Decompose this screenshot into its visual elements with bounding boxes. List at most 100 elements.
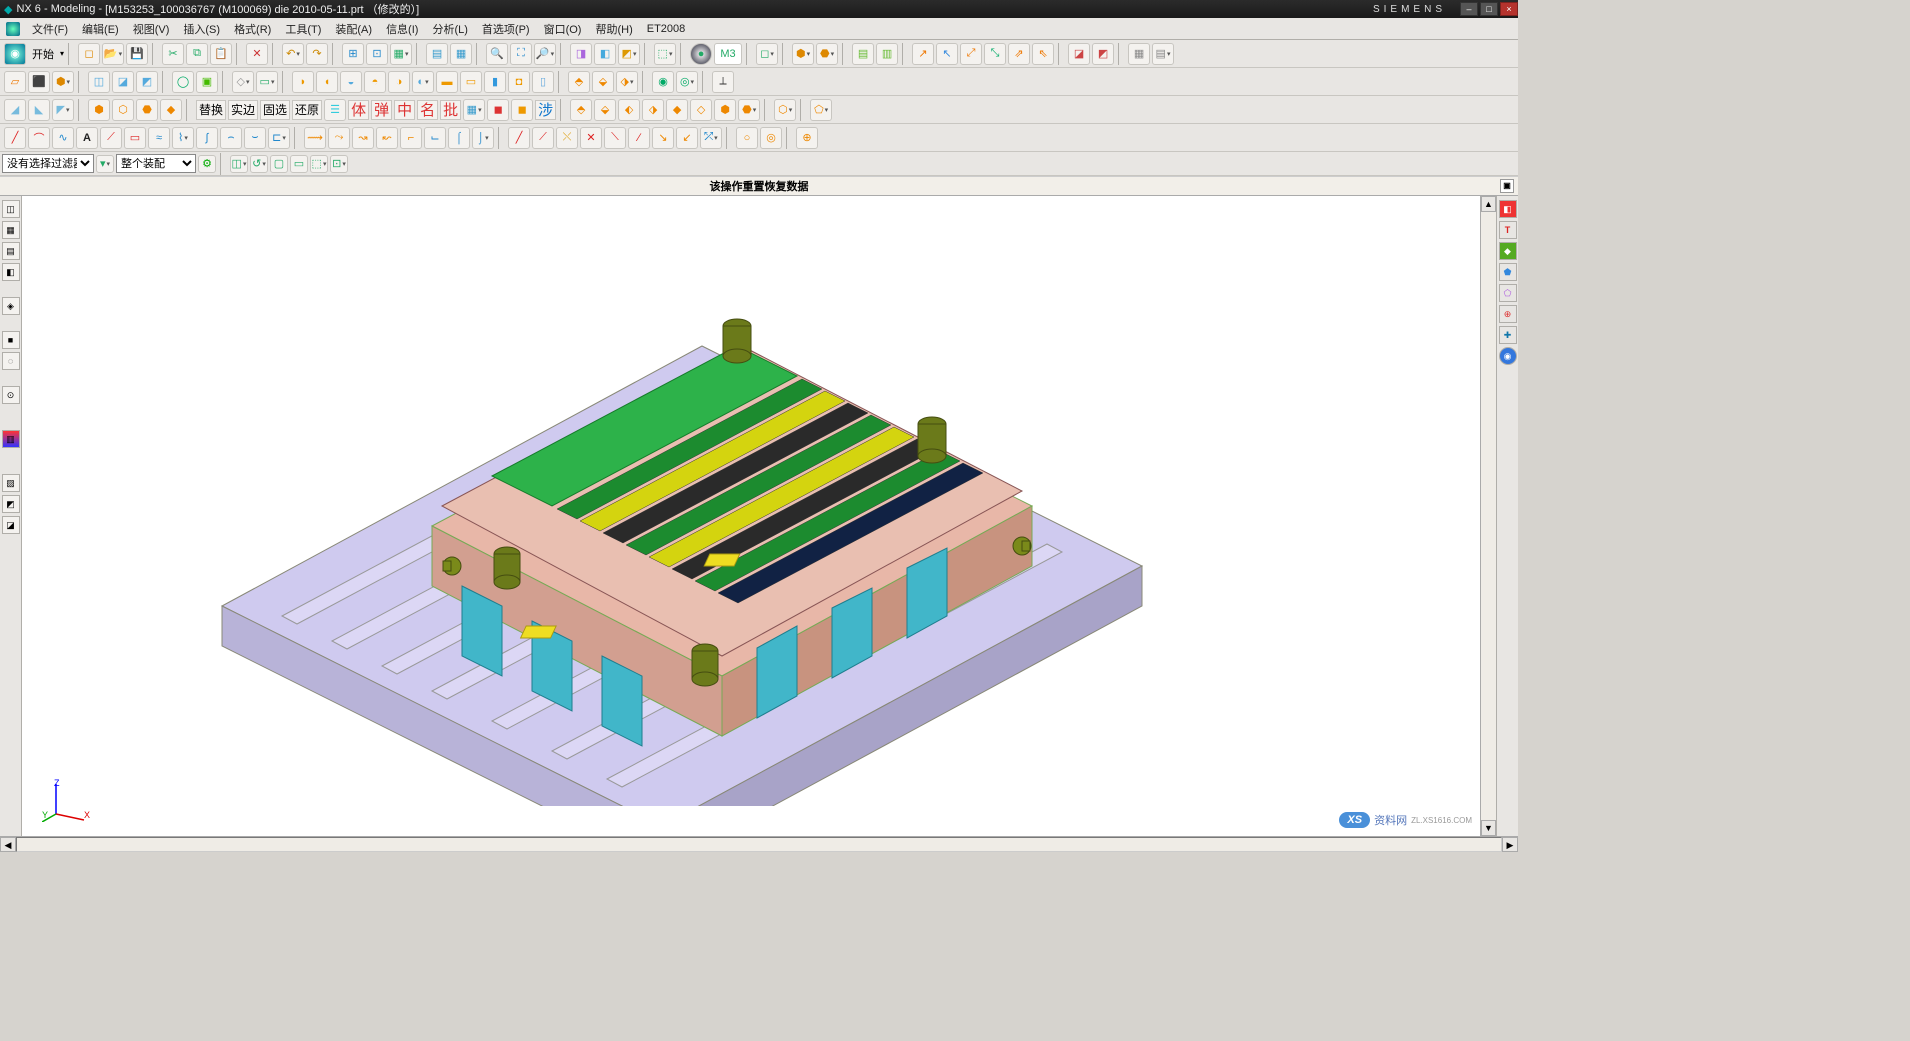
lp-3-icon[interactable]: ▤: [2, 242, 20, 260]
trim9-icon[interactable]: ⤱: [700, 127, 722, 149]
copy-icon[interactable]: ⧉: [186, 43, 208, 65]
assembly-filter-select[interactable]: 整个装配: [116, 154, 196, 173]
shade3-icon[interactable]: ◩: [618, 43, 640, 65]
extrude-icon[interactable]: ⬛: [28, 71, 50, 93]
sweep4-icon[interactable]: ◓: [364, 71, 386, 93]
menu-view[interactable]: 视图(V): [127, 21, 176, 37]
rp-6-icon[interactable]: ⊕: [1499, 305, 1517, 323]
rp-1-icon[interactable]: ◧: [1499, 200, 1517, 218]
lp-2-icon[interactable]: ▦: [2, 221, 20, 239]
sketch-icon[interactable]: ▱: [4, 71, 26, 93]
lp-4-icon[interactable]: ◧: [2, 263, 20, 281]
bool3-icon[interactable]: ⬗: [616, 71, 638, 93]
ming-button[interactable]: 名: [417, 100, 438, 120]
crv3-icon[interactable]: ⌣: [244, 127, 266, 149]
status-collapse-button[interactable]: ▣: [1500, 179, 1514, 193]
rp-4-icon[interactable]: ⬟: [1499, 263, 1517, 281]
trim7-icon[interactable]: ↘: [652, 127, 674, 149]
menu-prefs[interactable]: 首选项(P): [476, 21, 536, 37]
trim5-icon[interactable]: ⟍: [604, 127, 626, 149]
lp-11-icon[interactable]: ◩: [2, 495, 20, 513]
trim2-icon[interactable]: ⟋: [532, 127, 554, 149]
menu-insert[interactable]: 插入(S): [177, 21, 226, 37]
trim8-icon[interactable]: ↙: [676, 127, 698, 149]
helix-icon[interactable]: ⌇: [172, 127, 194, 149]
an6-icon[interactable]: ◇: [690, 99, 712, 121]
sel5-icon[interactable]: ⬚: [310, 155, 328, 173]
sweep3-icon[interactable]: ◒: [340, 71, 362, 93]
bool1-icon[interactable]: ⬘: [568, 71, 590, 93]
line-icon[interactable]: ╱: [4, 127, 26, 149]
nx-start-icon[interactable]: ◉: [4, 43, 26, 65]
mirr1-icon[interactable]: ◪: [1068, 43, 1090, 65]
hscroll-right-icon[interactable]: ▶: [1502, 837, 1518, 852]
redo-icon[interactable]: ↷: [306, 43, 328, 65]
menu-et2008[interactable]: ET2008: [641, 23, 692, 35]
render-icon[interactable]: ●: [690, 43, 712, 65]
proj2-icon[interactable]: ⤳: [328, 127, 350, 149]
replace-button[interactable]: 替换: [196, 100, 226, 120]
rp-7-icon[interactable]: ✚: [1499, 326, 1517, 344]
crv4-icon[interactable]: ⊏: [268, 127, 290, 149]
prim3-icon[interactable]: ⬣: [136, 99, 158, 121]
redcube-icon[interactable]: ◼: [487, 99, 509, 121]
she-button[interactable]: 涉: [535, 100, 556, 120]
csys3-icon[interactable]: ⤢: [960, 43, 982, 65]
an2-icon[interactable]: ⬙: [594, 99, 616, 121]
csys5-icon[interactable]: ⇗: [1008, 43, 1030, 65]
shade2-icon[interactable]: ◧: [594, 43, 616, 65]
lp-5-icon[interactable]: ◈: [2, 297, 20, 315]
shade1-icon[interactable]: ◨: [570, 43, 592, 65]
shell-icon[interactable]: ◘: [508, 71, 530, 93]
rib-icon[interactable]: ▯: [532, 71, 554, 93]
vertical-scrollbar[interactable]: ▲ ▼: [1480, 196, 1496, 836]
layout1-icon[interactable]: ▤: [426, 43, 448, 65]
an5-icon[interactable]: ◆: [666, 99, 688, 121]
circle2-icon[interactable]: ◎: [760, 127, 782, 149]
tool-b-icon[interactable]: ⊡: [366, 43, 388, 65]
grid2-icon[interactable]: ▤: [1152, 43, 1174, 65]
hole-icon[interactable]: ◯: [172, 71, 194, 93]
vscroll-up-icon[interactable]: ▲: [1481, 196, 1496, 212]
sel6-icon[interactable]: ⊡: [330, 155, 348, 173]
vscroll-down-icon[interactable]: ▼: [1481, 820, 1496, 836]
prim1-icon[interactable]: ⬢: [88, 99, 110, 121]
sweep5-icon[interactable]: ◑: [388, 71, 410, 93]
lp-10-icon[interactable]: ▨: [2, 474, 20, 492]
minimize-button[interactable]: –: [1460, 2, 1478, 16]
mirr2-icon[interactable]: ◩: [1092, 43, 1114, 65]
proj1-icon[interactable]: ⟿: [304, 127, 326, 149]
an9-icon[interactable]: ⬡: [774, 99, 796, 121]
an7-icon[interactable]: ⬢: [714, 99, 736, 121]
thick-icon[interactable]: ▮: [484, 71, 506, 93]
rp-2-icon[interactable]: T: [1499, 221, 1517, 239]
menu-assembly[interactable]: 装配(A): [329, 21, 378, 37]
cube3-icon[interactable]: ◩: [136, 71, 158, 93]
prim4-icon[interactable]: ◆: [160, 99, 182, 121]
graphics-canvas[interactable]: Z X Y XS 资料网 ZL.XS1616.COM: [22, 196, 1480, 836]
an10-icon[interactable]: ⬠: [810, 99, 832, 121]
pi-button[interactable]: 批: [440, 100, 461, 120]
rp-8-icon[interactable]: ◉: [1499, 347, 1517, 365]
menu-window[interactable]: 窗口(O): [538, 21, 588, 37]
fit-icon[interactable]: ⛶: [510, 43, 532, 65]
filter-toggle-icon[interactable]: ▾: [96, 155, 114, 173]
crv1-icon[interactable]: ∫: [196, 127, 218, 149]
yelcube-icon[interactable]: ◼: [511, 99, 533, 121]
trim6-icon[interactable]: ∕: [628, 127, 650, 149]
menu-format[interactable]: 格式(R): [228, 21, 277, 37]
sweep1-icon[interactable]: ◗: [292, 71, 314, 93]
lp-1-icon[interactable]: ◫: [2, 200, 20, 218]
paste-icon[interactable]: 📋: [210, 43, 232, 65]
colorbox-icon[interactable]: ▦: [463, 99, 485, 121]
circle1-icon[interactable]: ○: [736, 127, 758, 149]
restore-button[interactable]: 还原: [292, 100, 322, 120]
sel1-icon[interactable]: ◫: [230, 155, 248, 173]
m3-button[interactable]: M3: [714, 43, 742, 65]
layout2-icon[interactable]: ▦: [450, 43, 472, 65]
tan-button[interactable]: 弹: [371, 100, 392, 120]
wave1-icon[interactable]: ≈: [148, 127, 170, 149]
an3-icon[interactable]: ⬖: [618, 99, 640, 121]
filter-cfg-icon[interactable]: ⚙: [198, 155, 216, 173]
proj4-icon[interactable]: ↜: [376, 127, 398, 149]
